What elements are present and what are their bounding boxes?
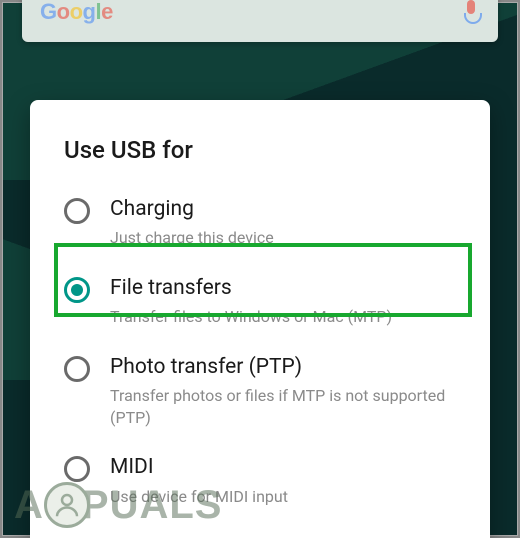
option-label: Photo transfer (PTP)	[110, 354, 456, 381]
radio-icon	[64, 456, 90, 482]
google-logo: Google	[40, 0, 113, 25]
radio-icon	[64, 356, 90, 382]
option-charging[interactable]: Charging Just charge this device	[64, 184, 456, 263]
usb-options-dialog: Use USB for Charging Just charge this de…	[30, 100, 490, 538]
google-search-widget[interactable]: Google	[22, 0, 498, 42]
watermark: A PUALS	[14, 482, 222, 528]
radio-icon-selected	[64, 277, 90, 303]
option-label: MIDI	[110, 454, 456, 481]
option-photo-transfer[interactable]: Photo transfer (PTP) Transfer photos or …	[64, 342, 456, 442]
option-desc: Just charge this device	[110, 227, 456, 249]
option-label: Charging	[110, 196, 456, 223]
watermark-text-right: PUALS	[82, 485, 223, 525]
watermark-text-left: A	[14, 485, 44, 525]
dialog-title: Use USB for	[64, 136, 456, 164]
microphone-icon[interactable]	[462, 0, 480, 24]
option-file-transfers[interactable]: File transfers Transfer files to Windows…	[64, 263, 456, 342]
option-desc: Transfer photos or files if MTP is not s…	[110, 385, 456, 428]
option-desc: Transfer files to Windows or Mac (MTP)	[110, 306, 456, 328]
watermark-avatar-icon	[44, 482, 90, 528]
radio-icon	[64, 198, 90, 224]
option-label: File transfers	[110, 275, 456, 302]
